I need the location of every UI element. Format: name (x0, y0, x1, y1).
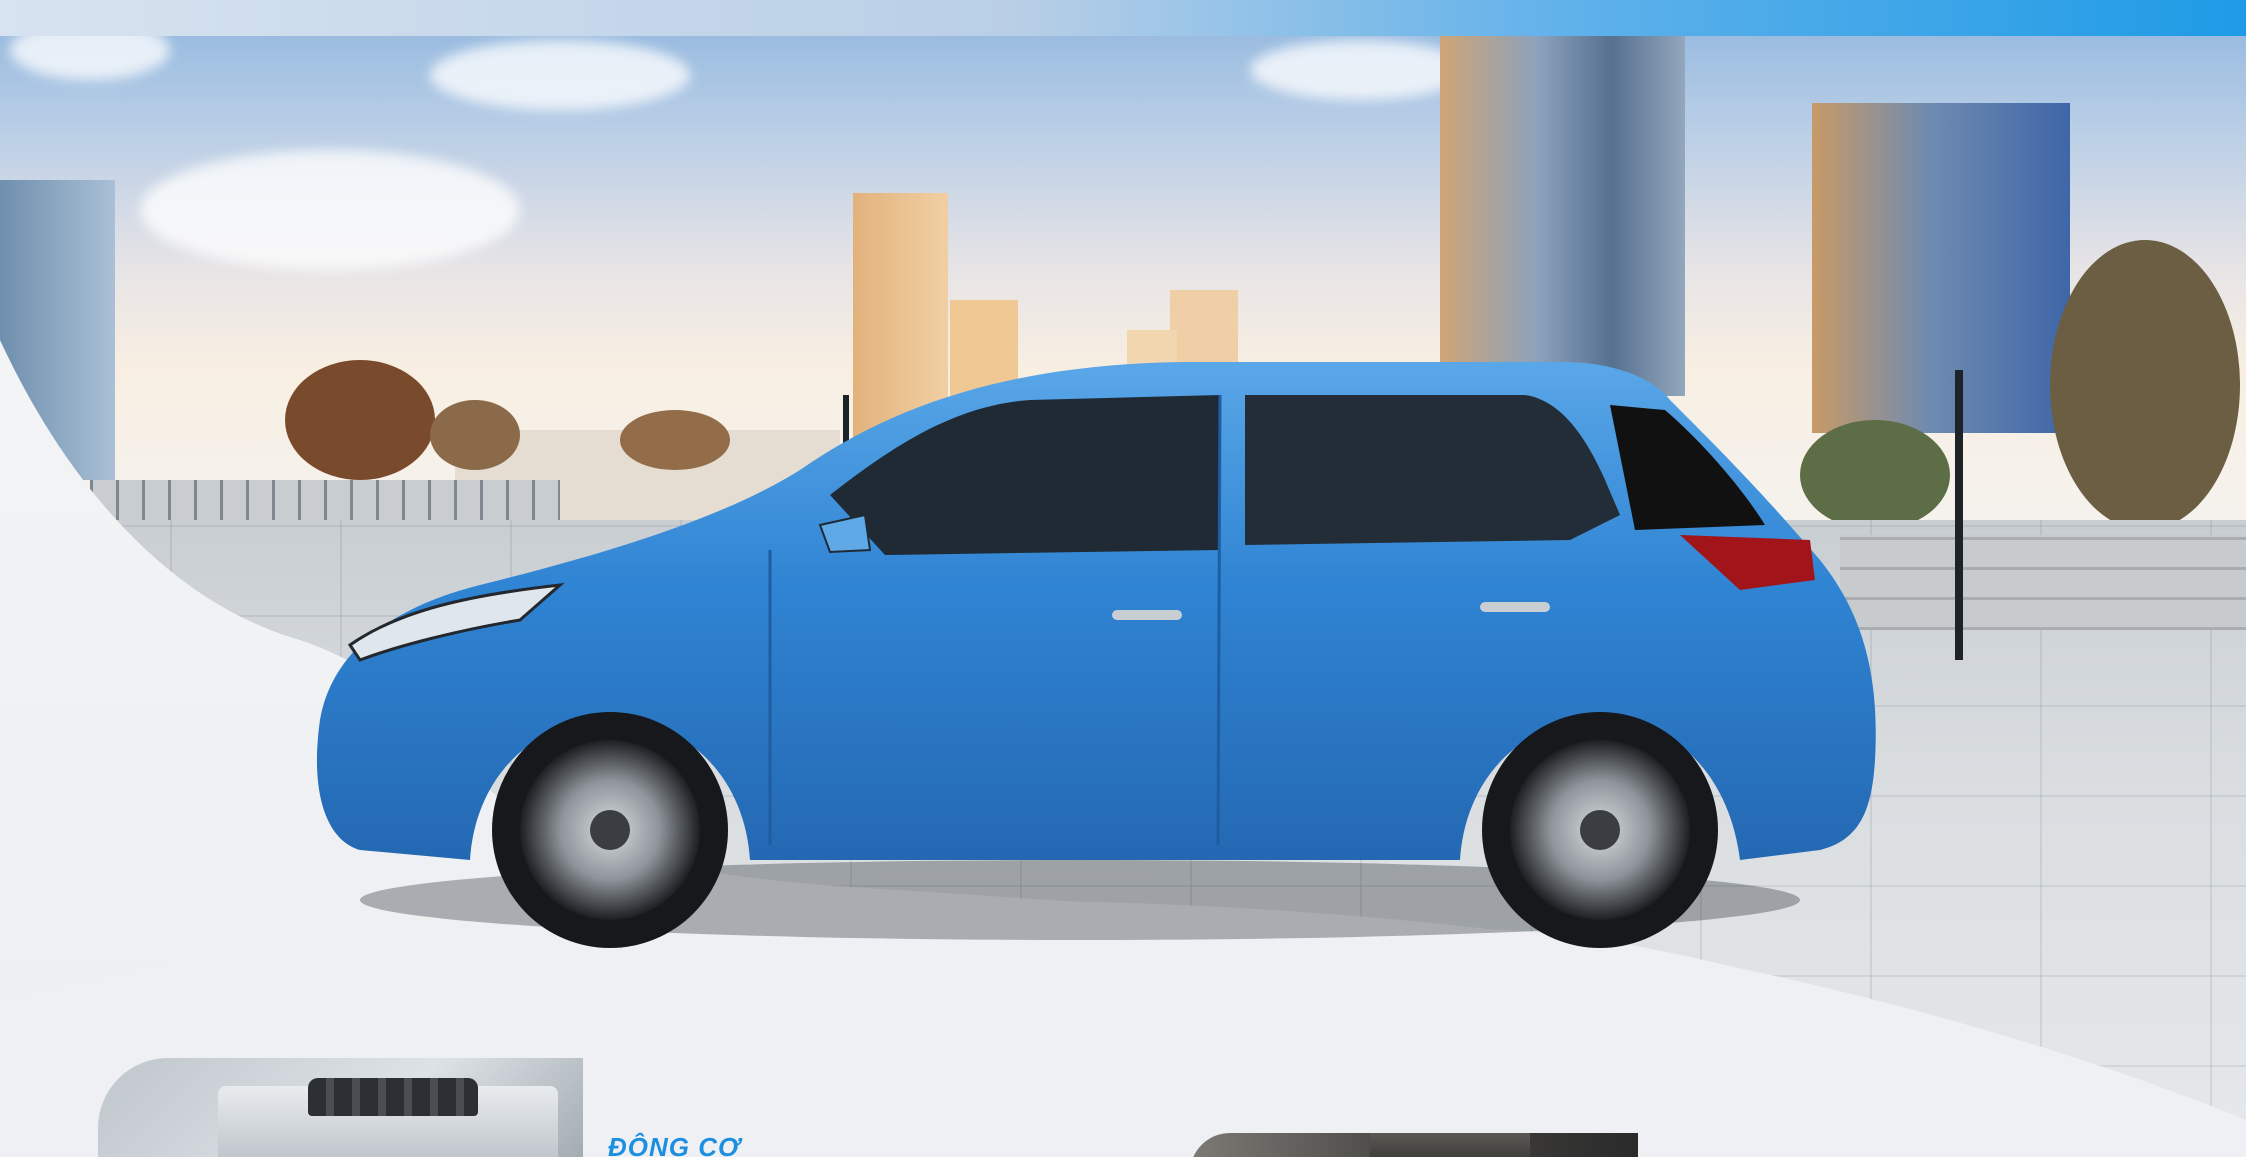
interior-photo-icon (1370, 1133, 1530, 1157)
engine-intake (308, 1078, 478, 1116)
top-accent-strip (0, 0, 2246, 36)
engine-image (98, 1058, 583, 1157)
blue-hatchback-car (316, 362, 1876, 948)
engine-heading: ĐỘNG CƠ (608, 1132, 741, 1157)
interior-image (1190, 1133, 1638, 1157)
brochure-page: ĐỘNG CƠ (0, 0, 2246, 1157)
